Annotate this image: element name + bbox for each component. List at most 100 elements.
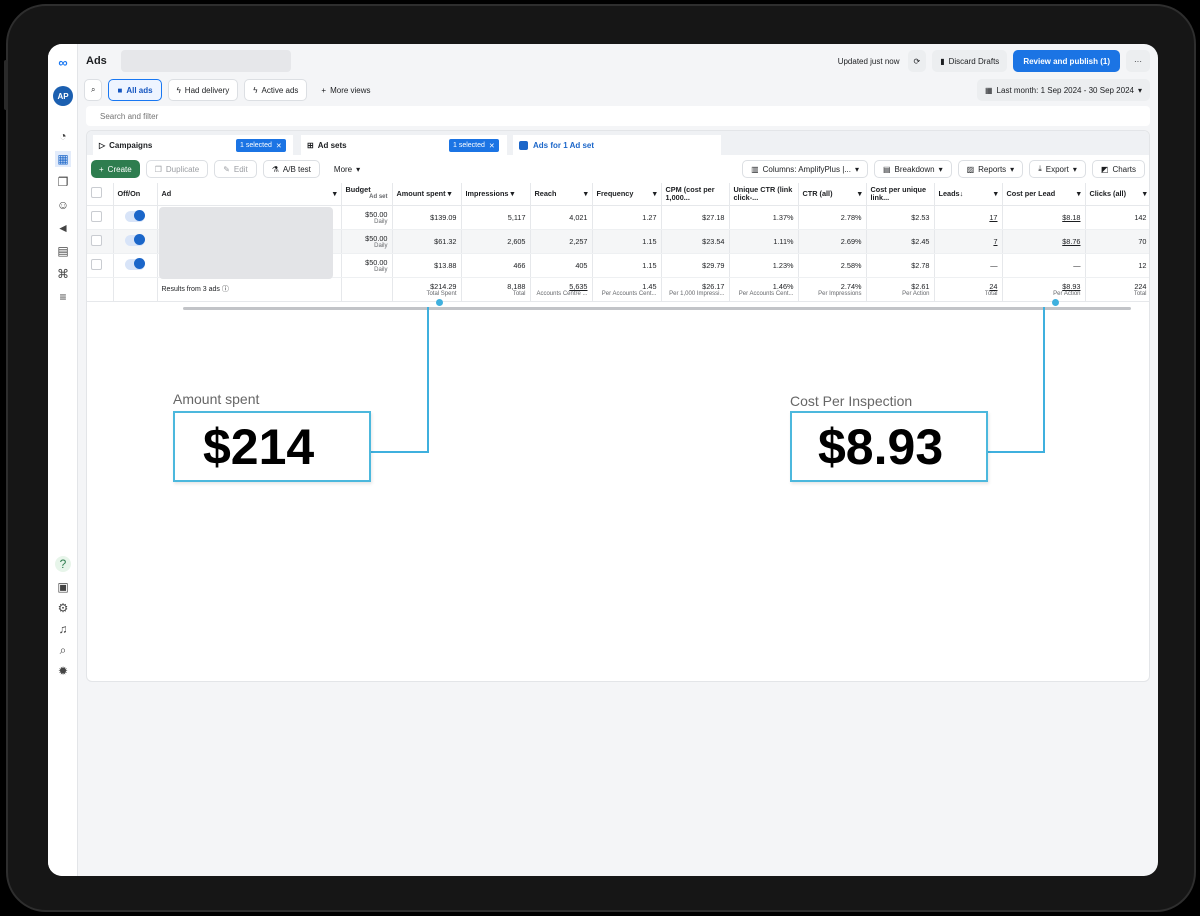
cell-leads: 17 [934,205,1003,230]
bug-icon[interactable]: ✹ [55,663,71,679]
caret-down-icon: ▾ [356,164,361,174]
billing-icon[interactable]: ▤ [55,243,71,259]
dashboard-icon[interactable]: ◔ [55,128,71,144]
ad-toggle[interactable] [125,233,145,246]
breakdown-button[interactable]: ▤ Breakdown ▾ [873,160,952,178]
search-icon[interactable]: ⌕ [55,642,71,658]
had-delivery-tab[interactable]: ϟ Had delivery [167,79,239,101]
plus-icon: + [99,164,104,174]
more-button[interactable]: More ▾ [326,160,368,178]
settings-icon[interactable]: ⚙ [55,600,71,616]
row-checkbox[interactable] [91,234,102,246]
megaphone-icon[interactable]: ◄ [55,220,71,236]
col-cost-unique[interactable]: Cost per unique link... [866,183,935,206]
more-views-button[interactable]: + More views [313,79,378,101]
col-budget[interactable]: Budget Ad set [341,183,393,206]
close-icon[interactable]: ✕ [489,142,495,150]
menu-icon[interactable]: ≡ [55,289,71,305]
cell-impressions: 466 [461,253,531,278]
news-icon[interactable]: ▣ [55,579,71,595]
duplicate-button[interactable]: ❐ Duplicate [145,160,209,178]
cell-amount: $61.32 [392,229,462,254]
row-toggle-cell[interactable] [113,205,158,230]
all-ads-tab[interactable]: ■ All ads [108,79,162,101]
table-toolbar: + Create ❐ Duplicate ✎ Edit ⚗ A/B test More ▾… [91,159,1145,179]
discard-drafts-button[interactable]: ▮ Discard Drafts [932,50,1008,72]
col-reach[interactable]: Reach ▾ [530,183,593,206]
cell-cpl: $8.18 [1002,205,1086,230]
row-select[interactable] [87,229,114,254]
col-offon[interactable]: Off/On [113,183,158,206]
col-unique-ctr[interactable]: Unique CTR (link click-... [729,183,799,206]
select-all-cell[interactable] [87,183,114,206]
cell-clicks: 70 [1085,229,1149,254]
search-button[interactable]: ⌕ [84,79,103,101]
close-icon[interactable]: ✕ [276,142,282,150]
adsets-selected-tag[interactable]: 1 selected ✕ [449,139,499,152]
cell-clicks: 142 [1085,205,1149,230]
help-icon[interactable]: ? [55,556,71,572]
ad-toggle[interactable] [125,257,145,270]
col-cpm[interactable]: CPM (cost per 1,000... [661,183,730,206]
row-checkbox[interactable] [91,258,102,270]
budget-cell[interactable]: $50.00 Daily [341,253,393,278]
columns-button[interactable]: ▥ Columns: AmplifyPlus |... ▾ [742,160,868,178]
row-select[interactable] [87,205,114,230]
ab-test-button[interactable]: ⚗ A/B test [262,160,320,178]
row-toggle-cell[interactable] [113,253,158,278]
cell-clicks: 12 [1085,253,1149,278]
col-leads[interactable]: Leads↓ ▾ [934,183,1003,206]
col-clicks[interactable]: Clicks (all) ▾ [1085,183,1149,206]
cell-cpm: $23.54 [661,229,730,254]
col-ad[interactable]: Ad ▾ [157,183,342,206]
info-icon[interactable]: ⓘ [222,286,229,293]
cost-per-inspection-callout: $8.93 [790,411,988,482]
row-select[interactable] [87,253,114,278]
row-toggle-cell[interactable] [113,229,158,254]
audience-icon[interactable]: ☺ [55,197,71,213]
calendar-icon: ▦ [984,85,993,95]
export-button[interactable]: ⤓ Export ▾ [1029,160,1086,178]
totals-row: Results from 3 ads ⓘ $214.29 Total Spent … [87,277,1149,301]
review-publish-button[interactable]: Review and publish (1) [1013,50,1120,72]
charts-button[interactable]: ◩ Charts [1091,160,1145,178]
create-button[interactable]: + Create [91,160,140,178]
edit-button[interactable]: ✎ Edit [214,160,257,178]
total-leads: 24 Total [934,277,1003,301]
budget-cell[interactable]: $50.00 Daily [341,229,393,254]
pages-icon[interactable]: ❐ [55,174,71,190]
bell-icon[interactable]: ♫ [55,621,71,637]
breakdown-icon: ▤ [882,164,891,174]
select-all-checkbox[interactable] [91,187,102,199]
cell-cost_unique: $2.53 [866,205,935,230]
caret-down-icon[interactable]: ▾ [333,189,337,198]
view-filters: ⌕ ■ All ads ϟ Had delivery ϟ Active ads + Mo… [84,78,1150,102]
budget-cell[interactable]: $50.00 Daily [341,205,393,230]
active-ads-tab[interactable]: ϟ Active ads [244,79,308,101]
date-range-picker[interactable]: ▦ Last month: 1 Sep 2024 - 30 Sep 2024 ▾ [976,79,1150,101]
download-icon: ⤓ [1038,164,1042,173]
row-checkbox[interactable] [91,210,102,222]
cell-reach: 405 [530,253,593,278]
campaigns-selected-tag[interactable]: 1 selected ✕ [236,139,286,152]
ads-tab[interactable]: Ads for 1 Ad set [513,135,721,155]
caret-down-icon: ▾ [854,164,859,174]
amount-spent-label: Amount spent [173,391,260,407]
search-input[interactable] [86,106,1150,127]
col-frequency[interactable]: Frequency ▾ [592,183,662,206]
col-amount-spent[interactable]: Amount spent ▾ [392,183,462,206]
ad-names-blurred [159,207,333,279]
col-ctr[interactable]: CTR (all) ▾ [798,183,867,206]
business-icon[interactable]: ⌘ [55,266,71,282]
account-avatar[interactable]: AP [53,86,73,106]
reports-button[interactable]: ▨ Reports ▾ [957,160,1024,178]
col-cost-per-lead[interactable]: Cost per Lead ▾ [1002,183,1086,206]
refresh-button[interactable]: ⟳ [907,50,927,72]
table-icon[interactable]: ▦ [55,151,71,167]
caret-down-icon: ▾ [1072,164,1077,174]
horizontal-scrollbar[interactable] [183,307,1131,310]
more-options-button[interactable]: ··· [1126,50,1150,72]
ad-toggle[interactable] [125,209,145,222]
col-impressions[interactable]: Impressions ▾ [461,183,531,206]
search-filter-bar[interactable] [86,106,1150,127]
